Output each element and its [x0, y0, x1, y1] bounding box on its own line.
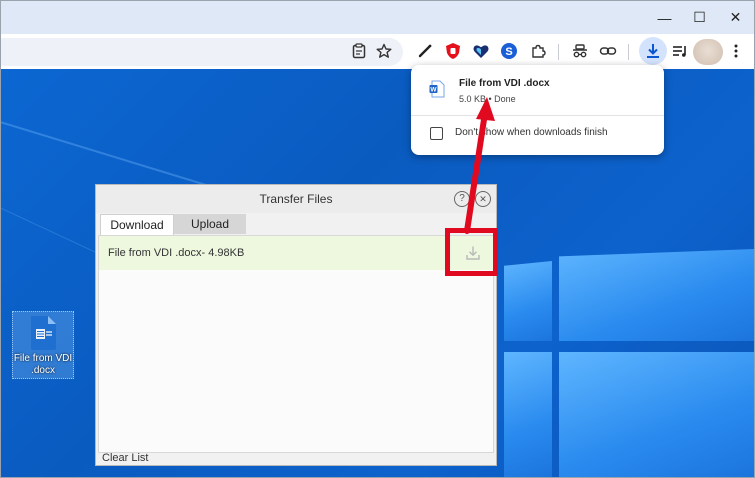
browser-window: — ☐ ✕ S File from VDI .docx Transfer Fil…	[0, 0, 755, 478]
annotation-arrow	[464, 97, 495, 234]
